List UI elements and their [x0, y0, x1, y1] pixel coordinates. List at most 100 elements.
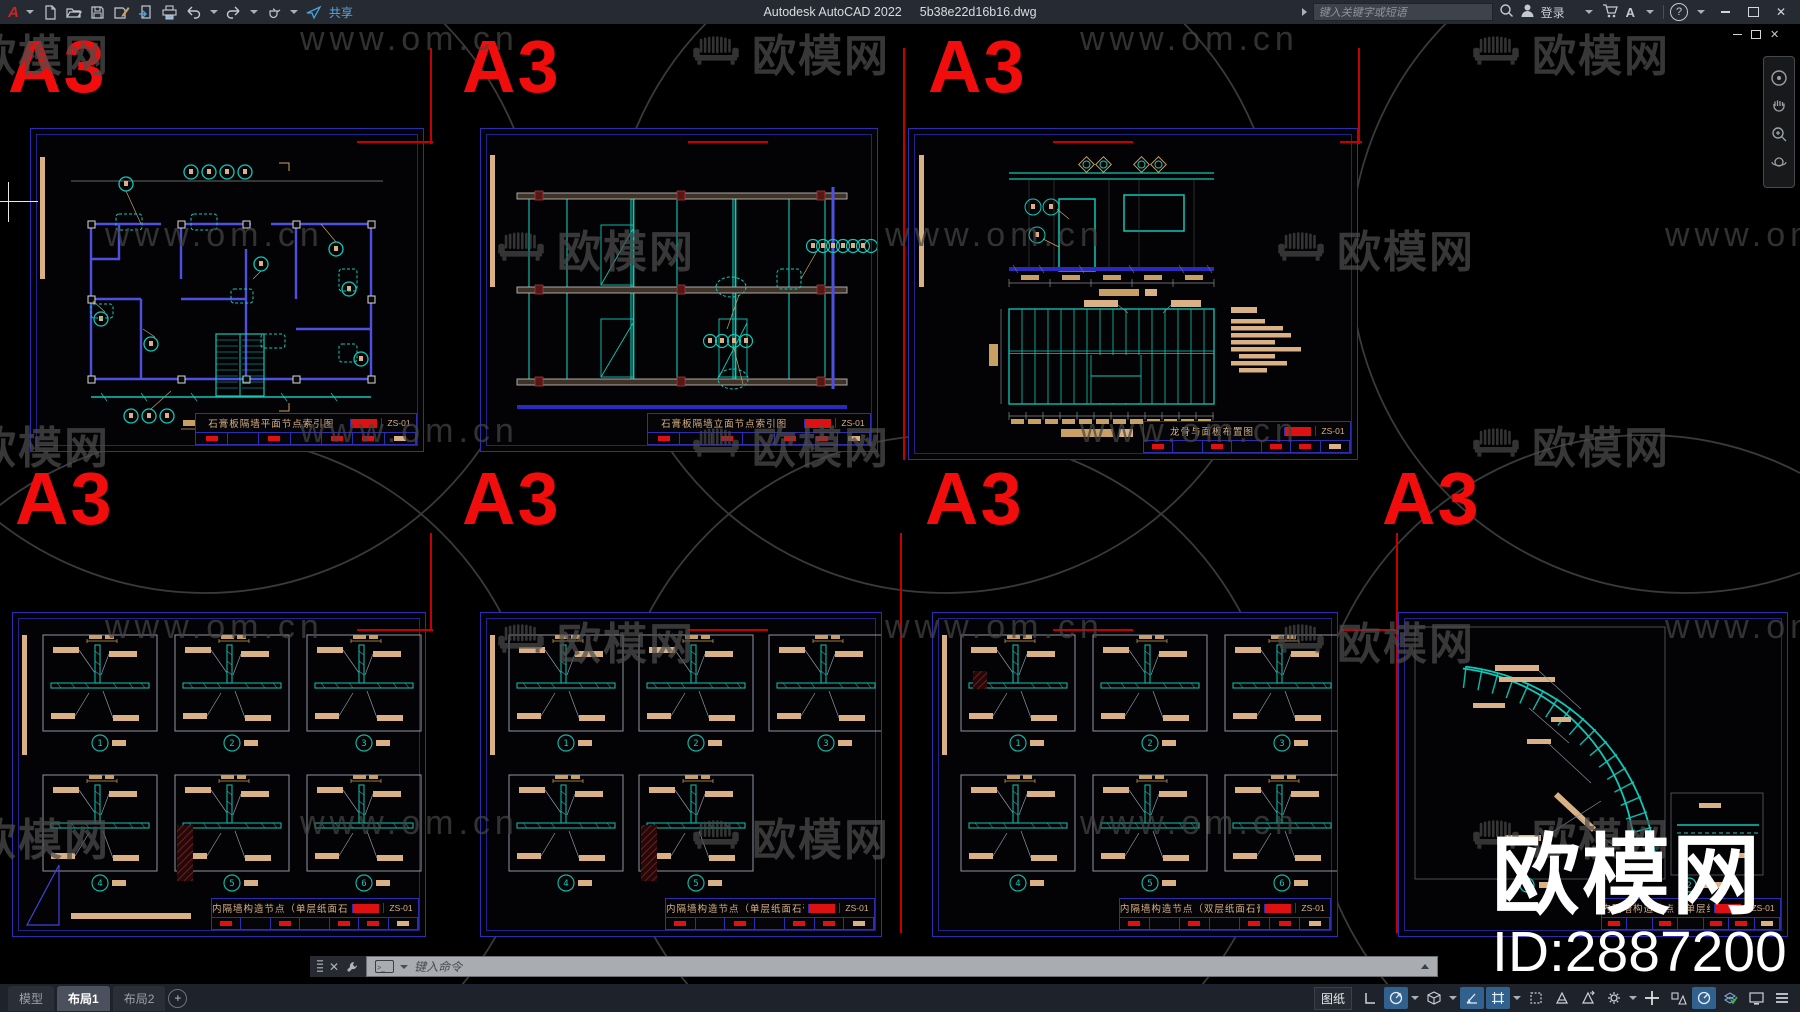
polar-dropdown-icon[interactable]: [1411, 996, 1419, 1000]
undo-icon[interactable]: [183, 2, 205, 22]
save-icon[interactable]: [87, 2, 109, 22]
redo-icon[interactable]: [223, 2, 245, 22]
tab-layout2[interactable]: 布局2: [112, 985, 166, 1011]
drawing-sheet-details[interactable]: 1 2 3 4 5 内隔墙构造节点（单层纸面石膏板） ZS-01: [480, 612, 882, 937]
search-input[interactable]: 键入关键字或短语: [1312, 3, 1493, 21]
paper-space-button[interactable]: 图纸: [1313, 986, 1352, 1010]
signin-label[interactable]: 登录: [1541, 4, 1565, 21]
drawing-viewport[interactable]: A3 A3 A3 A3 A3 A3 A3 石膏板隔墙平面节点索引图 ZS-01 …: [0, 24, 1800, 984]
drag-handle-icon[interactable]: [317, 960, 323, 973]
open-folder-icon[interactable]: [63, 2, 85, 22]
orbit-icon[interactable]: [1770, 153, 1788, 171]
title-block: 内隔墙构造节点（双层纸面石膏板） ZS-01: [1118, 898, 1331, 930]
osnap-icon[interactable]: [1486, 987, 1510, 1009]
graphics-performance-icon[interactable]: [1692, 987, 1716, 1009]
autodesk-icon[interactable]: A: [1624, 5, 1637, 20]
navigation-bar[interactable]: [1763, 56, 1795, 188]
signin-dropdown-icon[interactable]: [1584, 10, 1593, 14]
annotation-scale-icon[interactable]: [1666, 987, 1690, 1009]
user-icon[interactable]: [1520, 3, 1535, 21]
help-dropdown-icon[interactable]: [1697, 10, 1705, 14]
settings-dropdown-icon[interactable]: [1629, 996, 1637, 1000]
isodraft-dropdown-icon[interactable]: [1449, 996, 1457, 1000]
hardware-acceleration-icon[interactable]: [1718, 987, 1742, 1009]
app-logo-icon[interactable]: A: [6, 4, 21, 21]
a3-label: A3: [15, 457, 114, 540]
redo-dropdown-icon[interactable]: [249, 10, 258, 14]
nav-wheel-icon[interactable]: [1770, 69, 1788, 87]
command-dropdown-icon[interactable]: [400, 964, 409, 969]
share-label[interactable]: 共享: [329, 4, 353, 21]
close-button[interactable]: ✕: [1770, 3, 1792, 21]
customization-menu-icon[interactable]: [1770, 987, 1794, 1009]
sheet-number: ZS-01: [381, 418, 416, 428]
doc-restore-icon[interactable]: [1751, 30, 1761, 39]
teapot-icon[interactable]: [263, 2, 285, 22]
sheet-number: ZS-01: [1315, 426, 1350, 436]
annotation-autoscale-icon[interactable]: [1576, 987, 1600, 1009]
tab-layout1[interactable]: 布局1: [57, 985, 110, 1011]
detail-number: 3: [361, 739, 366, 749]
drawing-sheet-keel-layout[interactable]: 龙骨与面板布置图 ZS-01: [908, 128, 1358, 460]
detail-number: 1: [1015, 739, 1020, 749]
drawing-sheet-elevation[interactable]: 石膏板隔墙立面节点索引图 ZS-01: [480, 128, 878, 452]
drawing-sheet-details[interactable]: 1 2 3 4 5 6 内隔墙构造节点（双层纸面石膏板） ZS-01: [932, 612, 1338, 937]
command-expand-icon[interactable]: [1421, 964, 1429, 969]
drawing-sheet-curved-wall[interactable]: 1 2 内隔墙构造节点（单层纸面石膏板） ZS-01: [1398, 612, 1788, 937]
settings-gear-icon[interactable]: [1602, 987, 1626, 1009]
tab-model[interactable]: 模型: [8, 985, 55, 1011]
a3-label: A3: [928, 25, 1027, 108]
osnap-dropdown-icon[interactable]: [1513, 996, 1521, 1000]
a3-label: A3: [462, 457, 561, 540]
drawing-sheet-plan[interactable]: 石膏板隔墙平面节点索引图 ZS-01: [30, 128, 424, 452]
a3-label: A3: [1382, 457, 1481, 540]
sheet-title: 内隔墙构造节点（双层纸面石膏板）: [1119, 904, 1260, 915]
zoom-icon[interactable]: [1770, 125, 1788, 143]
doc-minimize-icon[interactable]: [1733, 33, 1742, 36]
add-layout-button[interactable]: +: [168, 988, 188, 1008]
pan-hand-icon[interactable]: [1770, 97, 1788, 115]
crosshair-cursor: [0, 201, 38, 202]
cart-icon[interactable]: [1602, 3, 1618, 21]
maximize-button[interactable]: [1742, 3, 1764, 21]
command-line[interactable]: ✕ >_ 键入命令: [310, 956, 1438, 977]
title-block-red-cell: [350, 418, 377, 428]
help-icon[interactable]: ?: [1670, 3, 1688, 21]
teapot-dropdown-icon[interactable]: [289, 10, 298, 14]
autocad-window: A 共享 Autodesk AutoCAD 2022 5b38e22d16b16…: [0, 0, 1800, 1012]
title-block-red-cell: [1284, 426, 1311, 436]
export-icon[interactable]: [135, 2, 157, 22]
detail-number: 4: [563, 879, 568, 889]
document-window-controls: ✕: [1733, 28, 1779, 41]
command-prompt-icon: >_: [375, 960, 395, 973]
crosshair-plus-icon[interactable]: [1640, 987, 1664, 1009]
search-icon[interactable]: [1499, 3, 1514, 21]
sheet-number: ZS-01: [383, 903, 418, 913]
app-menu-caret-icon[interactable]: [25, 10, 34, 14]
detail-number: 2: [693, 739, 698, 749]
search-expand-icon[interactable]: [1301, 8, 1307, 16]
title-block-red-cell: [804, 418, 831, 428]
plot-printer-icon[interactable]: [159, 2, 181, 22]
title-block: 石膏板隔墙平面节点索引图 ZS-01: [195, 413, 417, 445]
close-command-icon[interactable]: ✕: [329, 960, 339, 974]
detail-number: 3: [1279, 739, 1284, 749]
new-file-icon[interactable]: [39, 2, 61, 22]
drawing-sheet-details[interactable]: 1 2 3 4 5 6 内隔墙构造节点（单层纸面石膏板） ZS-01: [12, 612, 426, 937]
annotation-visibility-icon[interactable]: [1550, 987, 1574, 1009]
isodraft-icon[interactable]: [1422, 987, 1446, 1009]
save-as-icon[interactable]: [111, 2, 133, 22]
command-line-grip[interactable]: ✕: [310, 956, 367, 977]
minimize-button[interactable]: [1714, 3, 1736, 21]
autodesk-dropdown-icon[interactable]: [1646, 10, 1654, 14]
undo-dropdown-icon[interactable]: [209, 10, 218, 14]
selection-cycling-icon[interactable]: [1524, 987, 1548, 1009]
doc-close-icon[interactable]: ✕: [1770, 28, 1779, 41]
command-input[interactable]: >_ 键入命令: [366, 956, 1438, 977]
wrench-icon[interactable]: [345, 960, 359, 974]
share-plane-icon[interactable]: [303, 2, 325, 22]
clean-screen-icon[interactable]: [1744, 987, 1768, 1009]
osnap-tracking-icon[interactable]: [1460, 987, 1484, 1009]
ortho-icon[interactable]: [1358, 987, 1382, 1009]
polar-tracking-icon[interactable]: [1384, 987, 1408, 1009]
